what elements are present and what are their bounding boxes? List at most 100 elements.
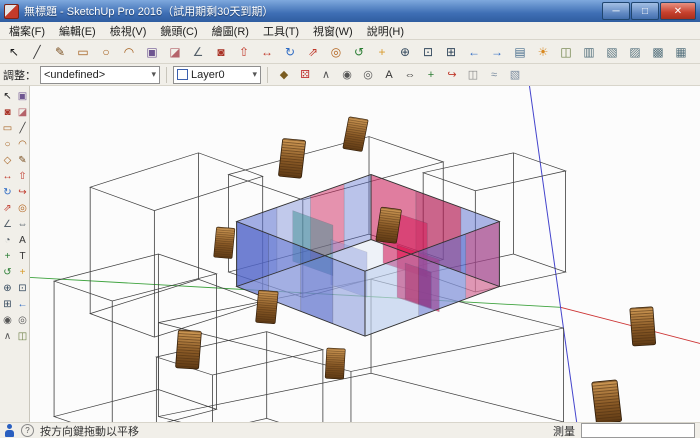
tape-measure-icon[interactable]: ∠ (0, 216, 15, 232)
previous-view-icon[interactable]: ← (463, 41, 485, 63)
monochrome-icon[interactable]: ▦ (670, 41, 692, 63)
dice-icon[interactable]: ⚄ (295, 65, 315, 85)
views-icon[interactable]: ▤ (509, 41, 531, 63)
person-icon[interactable] (5, 424, 15, 437)
speaker (214, 227, 235, 259)
eraser-tool-icon[interactable]: ◪ (15, 104, 30, 120)
offset-tool-icon[interactable]: ◎ (15, 200, 30, 216)
position-camera-icon[interactable]: ◉ (0, 312, 15, 328)
match-photo-icon[interactable]: ▧ (505, 65, 525, 85)
x-ray-icon[interactable]: ▥ (578, 41, 600, 63)
zoom-tool-icon[interactable]: ⊕ (394, 41, 416, 63)
menu-help[interactable]: 說明(H) (360, 23, 411, 39)
speaker (256, 290, 279, 324)
textures-icon[interactable]: ▩ (647, 41, 669, 63)
menu-file[interactable]: 檔案(F) (2, 23, 52, 39)
tape-measure-icon[interactable]: ∠ (187, 41, 209, 63)
zoom-extents-icon[interactable]: ⊞ (0, 296, 15, 312)
walk-icon[interactable]: ∧ (316, 65, 336, 85)
layer-combo[interactable]: Layer0 ▾ (173, 66, 261, 84)
eraser-tool-icon[interactable]: ◪ (164, 41, 186, 63)
toolbar-separator (267, 67, 268, 83)
adjust-combo[interactable]: <undefined> ▾ (40, 66, 160, 84)
push-pull-icon[interactable]: ⇧ (233, 41, 255, 63)
menu-view[interactable]: 檢視(V) (103, 23, 154, 39)
arc-tool-icon[interactable]: ◠ (15, 136, 30, 152)
3d-text-icon[interactable]: T (15, 248, 30, 264)
menu-tools[interactable]: 工具(T) (256, 23, 306, 39)
orbit-tool-icon[interactable]: ↺ (348, 41, 370, 63)
pan-tool-icon[interactable]: + (15, 264, 30, 280)
section-icon[interactable]: ◫ (463, 65, 483, 85)
paint-bucket-icon[interactable]: ◙ (210, 41, 232, 63)
previous-view-icon[interactable]: ← (15, 296, 30, 312)
wireframe-icon[interactable]: ▧ (601, 41, 623, 63)
dimension-icon[interactable]: ⇔ (15, 216, 30, 232)
help-icon[interactable]: ? (21, 424, 34, 437)
zoom-extents-icon[interactable]: ⊞ (440, 41, 462, 63)
menu-edit[interactable]: 編輯(E) (52, 23, 103, 39)
zoom-window-icon[interactable]: ⊡ (15, 280, 30, 296)
freehand-tool-icon[interactable]: ✎ (15, 152, 30, 168)
polygon-tool-icon[interactable]: ◇ (0, 152, 15, 168)
select-tool-icon[interactable]: ↖ (0, 88, 15, 104)
look-around-icon[interactable]: ◎ (15, 312, 30, 328)
layer-combo-value: Layer0 (191, 69, 225, 81)
close-button[interactable]: ✕ (660, 2, 696, 20)
follow-me-icon[interactable]: ↪ (442, 65, 462, 85)
arc-tool-icon[interactable]: ◠ (118, 41, 140, 63)
axes-icon[interactable]: + (0, 248, 15, 264)
circle-tool-icon[interactable]: ○ (95, 41, 117, 63)
move-tool-icon[interactable]: ↔ (256, 41, 278, 63)
dimension-icon[interactable]: ⇔ (400, 65, 420, 85)
next-view-icon[interactable]: → (486, 41, 508, 63)
section-plane-icon[interactable]: ◫ (555, 41, 577, 63)
style-icon[interactable]: ◆ (274, 65, 294, 85)
orbit-tool-icon[interactable]: ↺ (0, 264, 15, 280)
3d-viewport[interactable] (30, 86, 700, 422)
fog-icon[interactable]: ≈ (484, 65, 504, 85)
text-tool-icon[interactable]: A (15, 232, 30, 248)
position-camera-icon[interactable]: ◎ (358, 65, 378, 85)
circle-tool-icon[interactable]: ○ (0, 136, 15, 152)
rotate-tool-icon[interactable]: ↻ (0, 184, 15, 200)
push-pull-icon[interactable]: ⇧ (15, 168, 30, 184)
menu-draw[interactable]: 繪圖(R) (205, 23, 256, 39)
menu-window[interactable]: 視窗(W) (306, 23, 360, 39)
line-tool-icon[interactable]: ╱ (15, 120, 30, 136)
pan-tool-icon[interactable]: + (371, 41, 393, 63)
make-component-icon[interactable]: ▣ (141, 41, 163, 63)
zoom-window-icon[interactable]: ⊡ (417, 41, 439, 63)
rectangle-tool-icon[interactable]: ▭ (72, 41, 94, 63)
move-tool-icon[interactable]: ↔ (0, 168, 15, 184)
rotate-tool-icon[interactable]: ↻ (279, 41, 301, 63)
make-component-icon[interactable]: ▣ (15, 88, 30, 104)
menu-camera[interactable]: 鏡頭(C) (153, 23, 204, 39)
minimize-button[interactable]: ─ (602, 2, 630, 20)
chevron-down-icon: ▾ (151, 69, 156, 80)
measurement-input[interactable] (581, 423, 695, 438)
follow-me-icon[interactable]: ↪ (15, 184, 30, 200)
text-tool-icon[interactable]: A (379, 65, 399, 85)
maximize-button[interactable]: □ (631, 2, 659, 20)
blue-axis (529, 86, 576, 422)
protractor-icon[interactable]: ◔ (0, 232, 15, 248)
select-tool-icon[interactable]: ↖ (3, 41, 25, 63)
walk-icon[interactable]: ∧ (0, 328, 15, 344)
paint-bucket-icon[interactable]: ◙ (0, 104, 15, 120)
scale-tool-icon[interactable]: ⇗ (302, 41, 324, 63)
zoom-tool-icon[interactable]: ⊕ (0, 280, 15, 296)
look-around-icon[interactable]: ◉ (337, 65, 357, 85)
scale-tool-icon[interactable]: ⇗ (0, 200, 15, 216)
shadows-icon[interactable]: ☀ (532, 41, 554, 63)
toolbar-separator (166, 67, 167, 83)
shaded-icon[interactable]: ▨ (624, 41, 646, 63)
rectangle-tool-icon[interactable]: ▭ (0, 120, 15, 136)
axes-icon[interactable]: + (421, 65, 441, 85)
app-icon (4, 4, 19, 19)
title-bar[interactable]: 無標題 - SketchUp Pro 2016（試用期剩30天到期） ─ □ ✕ (0, 0, 700, 22)
line-tool-icon[interactable]: ╱ (26, 41, 48, 63)
offset-tool-icon[interactable]: ◎ (325, 41, 347, 63)
freehand-tool-icon[interactable]: ✎ (49, 41, 71, 63)
section-plane-icon[interactable]: ◫ (15, 328, 30, 344)
